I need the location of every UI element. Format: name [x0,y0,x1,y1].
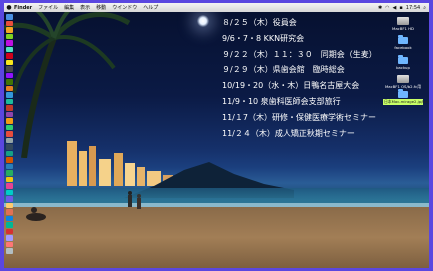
dock-item-app-icon[interactable] [6,222,13,228]
people-on-beach [128,191,141,209]
desktop-icon-label: backup [396,65,410,70]
menu-clock[interactable]: 17:54 [406,5,420,11]
menu-view[interactable]: 表示 [80,4,90,11]
menu-file[interactable]: ファイル [38,4,58,11]
dock-item-app-icon[interactable] [6,40,13,46]
hard-drive-icon [397,17,409,25]
palm-tree [4,3,131,158]
dock-item-app-icon[interactable] [6,27,13,33]
desktop-icon-drive[interactable]: MacBF1 HD [383,17,423,31]
desktop-icon-drive[interactable]: MacBF1 OS/b2.fc用 [383,75,423,90]
schedule-item: 11/9・10 泉歯科医師会支部旅行 [222,96,341,106]
menu-edit[interactable]: 編集 [64,4,74,11]
dock-item-app-icon[interactable] [6,85,13,91]
desktop-icon-folder[interactable]: backup [383,55,423,70]
dock-item-app-icon[interactable] [6,144,13,150]
schedule-item: ８/２５（木）役員会 [222,18,297,27]
beach-sand [4,207,429,268]
dock-item-app-icon[interactable] [6,196,13,202]
dock-item-app-icon[interactable] [6,170,13,176]
dock-item-app-icon[interactable] [6,118,13,124]
apple-menu-icon[interactable]: ● [4,4,14,11]
dock-item-app-icon[interactable] [6,157,13,163]
dock-item-app-icon[interactable] [6,111,13,117]
sitting-people [26,207,46,221]
dock-item-app-icon[interactable] [6,131,13,137]
dock-item-app-icon[interactable] [6,98,13,104]
dock-item-app-icon[interactable] [6,137,13,143]
folder-icon [398,35,408,44]
dock-item-app-icon[interactable] [6,72,13,78]
folder-icon [398,89,408,98]
dock-item-app-icon[interactable] [6,215,13,221]
dock-item-app-icon[interactable] [6,189,13,195]
hard-drive-icon [397,75,409,83]
dock-item-app-icon[interactable] [6,53,13,59]
dock-item-app-icon[interactable] [6,33,13,39]
desktop-icon-label: MacBF1 OS/b2.fc用 [384,84,422,89]
dock-item-app-icon[interactable] [6,79,13,85]
desktop-icon-label: 日本Mac-mirage2.jp/bkk [383,99,429,105]
desktop[interactable]: ● Finder ファイル 編集 表示 移動 ウインドウ ヘルプ ✱ ◠ ◀ ▪… [4,3,429,268]
menu-window[interactable]: ウインドウ [112,4,137,11]
dock-item-app-icon[interactable] [6,59,13,65]
dock-item-app-icon[interactable] [6,66,13,72]
dock-item-app-icon[interactable] [6,105,13,111]
dock-item-app-icon[interactable] [6,209,13,215]
menu-help[interactable]: ヘルプ [143,4,158,11]
desktop-icon-folder[interactable]: facebook [383,35,423,50]
dock-item-app-icon[interactable] [6,228,13,234]
window-frame: ● Finder ファイル 編集 表示 移動 ウインドウ ヘルプ ✱ ◠ ◀ ▪… [0,0,433,271]
bluetooth-icon[interactable]: ✱ [378,5,382,11]
desktop-icon-folder[interactable]: 日本Mac-mirage2.jp/bkk [383,89,429,105]
menu-bar: ● Finder ファイル 編集 表示 移動 ウインドウ ヘルプ ✱ ◠ ◀ ▪… [4,3,429,12]
wifi-icon[interactable]: ◠ [385,5,389,11]
schedule-list: ８/２５（木）役員会 9/6・7・8 KKN研究会 ９/２２（木）１１：３０ 同… [222,15,377,141]
dock-item-app-icon[interactable] [6,92,13,98]
flag-icon[interactable]: ▪ [399,5,402,11]
desktop-icon-label: facebook [394,45,412,50]
menu-finder[interactable]: Finder [14,5,32,11]
dock-item-app-icon[interactable] [6,163,13,169]
dock-item-app-icon[interactable] [6,176,13,182]
dock-item-app-icon[interactable] [6,183,13,189]
schedule-item: 11/２４（木）成人矯正秋期セミナー [222,128,355,138]
dock-item-app-icon[interactable] [6,202,13,208]
dock [6,14,14,266]
dock-item-app-icon[interactable] [6,235,13,241]
dock-item-finder-icon[interactable] [6,14,13,20]
schedule-item: 9/6・7・8 KKN研究会 [222,33,305,43]
moon-light [197,15,209,27]
schedule-item: ９/２２（木）１１：３０ 同期会（生麦） [222,49,377,59]
dock-item-app-icon[interactable] [6,46,13,52]
search-icon[interactable]: ⌕ [423,5,426,11]
desktop-icon-label: MacBF1 HD [392,26,414,31]
schedule-item: ９/２９（木）県歯会館 臨時総会 [222,65,345,75]
schedule-item: 10/19・20（水・木）日鴨名古屋大会 [222,81,360,91]
schedule-item: 11/１7（木）研修・保健医療学術セミナー [222,112,376,122]
menu-go[interactable]: 移動 [96,4,106,11]
dock-item-app-icon[interactable] [6,124,13,130]
dock-item-trash-icon[interactable] [6,248,13,254]
dock-item-app-icon[interactable] [6,241,13,247]
folder-icon [398,55,408,64]
dock-item-app-icon[interactable] [6,150,13,156]
volume-icon[interactable]: ◀ [393,5,397,11]
dock-item-app-icon[interactable] [6,20,13,26]
